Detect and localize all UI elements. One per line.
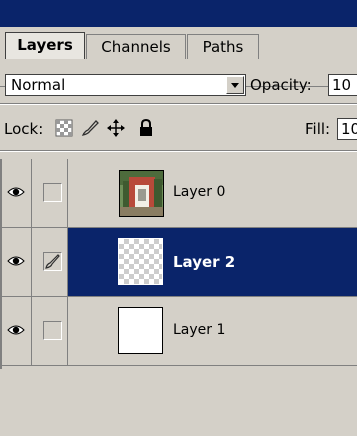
layer-row-body[interactable]: Layer 0: [68, 159, 357, 227]
link-box: [43, 321, 62, 340]
divider-highlight: [0, 104, 357, 105]
layer-row-body[interactable]: Layer 1: [68, 297, 357, 365]
link-box: [43, 252, 62, 271]
opacity-field[interactable]: 10: [328, 74, 357, 96]
link-box: [43, 183, 62, 202]
layer-name[interactable]: Layer 0: [173, 184, 225, 200]
layers-list: Layer 0 Layer 2 Layer 1: [0, 159, 357, 369]
visibility-toggle[interactable]: [0, 297, 32, 365]
tab-paths[interactable]: Paths: [187, 34, 259, 59]
tab-channels[interactable]: Channels: [86, 34, 186, 59]
fill-value: 10: [341, 120, 357, 138]
eye-icon: [7, 325, 25, 335]
eye-icon: [7, 187, 25, 197]
lock-move-icon[interactable]: [106, 118, 126, 138]
layer-name[interactable]: Layer 2: [173, 253, 235, 271]
opacity-label: Opacity:: [250, 76, 312, 94]
layers-empty-area: [0, 369, 357, 436]
paint-brush-icon: [45, 254, 60, 269]
panel-tabs: Layers Channels Paths: [0, 27, 357, 87]
lock-label: Lock:: [4, 120, 44, 138]
layer-row-layer-0[interactable]: Layer 0: [0, 159, 357, 228]
layer-thumbnail-transparent: [118, 238, 163, 285]
tab-layers[interactable]: Layers: [5, 32, 85, 59]
layer-thumbnail-white: [118, 307, 163, 354]
lock-paint-brush-icon[interactable]: [80, 118, 100, 138]
layer-name[interactable]: Layer 1: [173, 322, 225, 338]
blend-row: Normal Opacity: 10: [0, 60, 357, 104]
blend-mode-value: Normal: [11, 76, 66, 94]
fill-field[interactable]: 10: [337, 118, 357, 140]
lock-row: Lock: Fill: 10: [0, 106, 357, 150]
layer-thumbnail-photo: [119, 170, 164, 217]
photo-thumbnail-image: [120, 171, 163, 216]
dropdown-arrow-icon[interactable]: [226, 76, 244, 94]
visibility-toggle[interactable]: [0, 228, 32, 296]
fill-label: Fill:: [305, 120, 331, 138]
lock-transparency-icon[interactable]: [54, 118, 74, 138]
lock-all-icon[interactable]: [136, 118, 156, 138]
visibility-toggle[interactable]: [0, 159, 32, 227]
divider-highlight: [0, 151, 357, 152]
list-left-border: [0, 159, 2, 369]
layer-row-body[interactable]: Layer 2: [68, 228, 357, 296]
link-toggle[interactable]: [32, 159, 68, 227]
blend-mode-dropdown[interactable]: Normal: [5, 74, 246, 96]
eye-icon: [7, 256, 25, 266]
opacity-value: 10: [332, 76, 352, 94]
panel-title-bar: [0, 0, 357, 27]
layer-row-layer-2[interactable]: Layer 2: [0, 228, 357, 297]
row-divider: [0, 365, 357, 366]
link-toggle[interactable]: [32, 297, 68, 365]
link-toggle[interactable]: [32, 228, 68, 296]
layer-row-layer-1[interactable]: Layer 1: [0, 297, 357, 366]
